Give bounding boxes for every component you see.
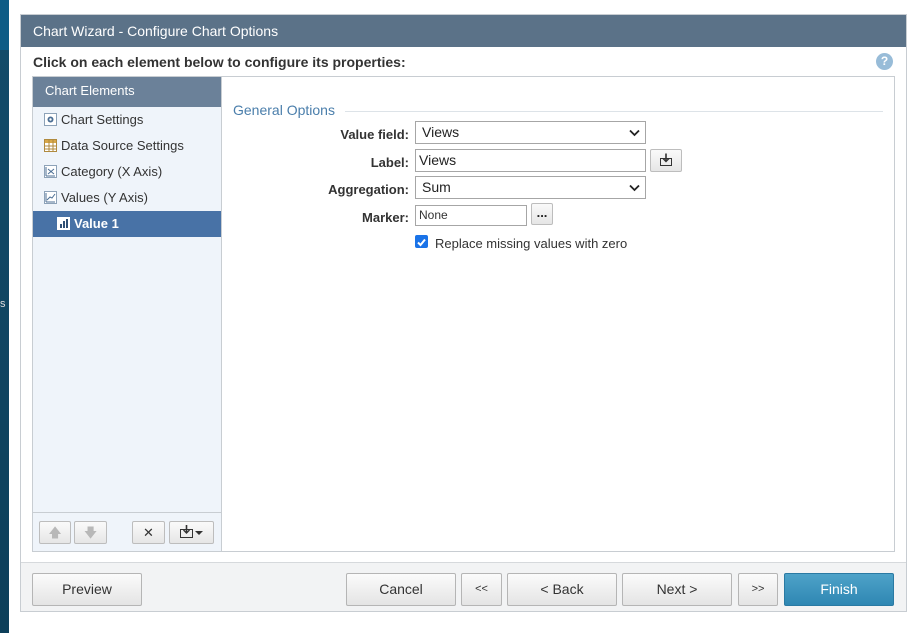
marker-label: Marker: xyxy=(362,210,409,225)
finish-button[interactable]: Finish xyxy=(784,573,894,606)
first-step-button[interactable]: << xyxy=(461,573,502,606)
cancel-button[interactable]: Cancel xyxy=(346,573,456,606)
chart-elements-sidebar: Chart Elements Chart Settings Data Sourc… xyxy=(33,77,222,551)
x-axis-icon xyxy=(44,165,57,178)
replace-missing-checkbox[interactable] xyxy=(415,235,428,248)
add-element-dropdown-button[interactable] xyxy=(169,521,214,544)
sidebar-header: Chart Elements xyxy=(33,77,221,107)
sidebar-item-data-source-settings[interactable]: Data Source Settings xyxy=(33,133,221,159)
aggregation-label: Aggregation: xyxy=(328,182,409,197)
table-icon xyxy=(44,139,57,152)
delete-button[interactable]: ✕ xyxy=(132,521,165,544)
last-step-button[interactable]: >> xyxy=(738,573,778,606)
wizard-footer: Preview Cancel << < Back Next > >> Finis… xyxy=(21,562,906,611)
sidebar-item-label: Category (X Axis) xyxy=(61,164,163,179)
aggregation-select[interactable]: Sum xyxy=(415,176,646,199)
value-field-value: Views xyxy=(422,124,460,140)
insert-field-button[interactable] xyxy=(650,149,682,172)
section-title-general-options: General Options xyxy=(233,102,335,118)
sidebar-item-chart-settings[interactable]: Chart Settings xyxy=(33,107,221,133)
chevron-down-icon xyxy=(629,184,640,192)
insert-icon xyxy=(179,525,203,538)
value-field-select[interactable]: Views xyxy=(415,121,646,144)
sidebar-toolbar: 🡅 🡇 ✕ xyxy=(33,512,221,551)
background-text: s xyxy=(0,298,6,310)
properties-content: General Options Value field: Views Label… xyxy=(233,77,894,551)
label-field-label: Label: xyxy=(370,155,409,170)
label-input[interactable]: Views xyxy=(415,149,646,172)
marker-input[interactable]: None xyxy=(415,205,527,226)
preview-button[interactable]: Preview xyxy=(32,573,142,606)
insert-icon xyxy=(660,153,672,166)
bar-chart-icon xyxy=(57,217,70,230)
sidebar-item-category-x-axis[interactable]: Category (X Axis) xyxy=(33,159,221,185)
marker-value: None xyxy=(419,208,448,222)
aggregation-value: Sum xyxy=(422,179,451,195)
sidebar-item-label: Chart Settings xyxy=(61,112,144,127)
arrow-up-icon: 🡅 xyxy=(48,525,62,540)
move-up-button[interactable]: 🡅 xyxy=(39,521,71,544)
close-icon: ✕ xyxy=(143,525,154,540)
sidebar-item-label: Value 1 xyxy=(74,216,119,231)
move-down-button[interactable]: 🡇 xyxy=(74,521,107,544)
sidebar-item-values-y-axis[interactable]: Values (Y Axis) xyxy=(33,185,221,211)
arrow-down-icon: 🡇 xyxy=(83,525,98,540)
gear-icon xyxy=(44,113,57,126)
checkmark-icon xyxy=(417,238,426,247)
marker-browse-button[interactable]: ... xyxy=(531,203,553,225)
instruction-text: Click on each element below to configure… xyxy=(33,54,406,70)
next-button[interactable]: Next > xyxy=(622,573,732,606)
background-window-strip: s xyxy=(0,0,9,633)
chevron-down-icon xyxy=(629,129,640,137)
value-field-label: Value field: xyxy=(340,127,409,142)
ellipsis-icon: ... xyxy=(536,205,548,220)
y-axis-icon xyxy=(44,191,57,204)
section-divider xyxy=(345,111,883,112)
main-panel: Chart Elements Chart Settings Data Sourc… xyxy=(32,76,895,552)
label-input-value: Views xyxy=(419,152,457,168)
help-icon[interactable]: ? xyxy=(876,53,893,70)
back-button[interactable]: < Back xyxy=(507,573,617,606)
sidebar-item-label: Values (Y Axis) xyxy=(61,190,148,205)
sidebar-item-value-1[interactable]: Value 1 xyxy=(33,211,221,237)
chart-wizard-dialog: Chart Wizard - Configure Chart Options C… xyxy=(20,14,907,612)
replace-missing-label[interactable]: Replace missing values with zero xyxy=(435,236,627,251)
dialog-title: Chart Wizard - Configure Chart Options xyxy=(21,15,906,47)
sidebar-item-label: Data Source Settings xyxy=(61,138,184,153)
